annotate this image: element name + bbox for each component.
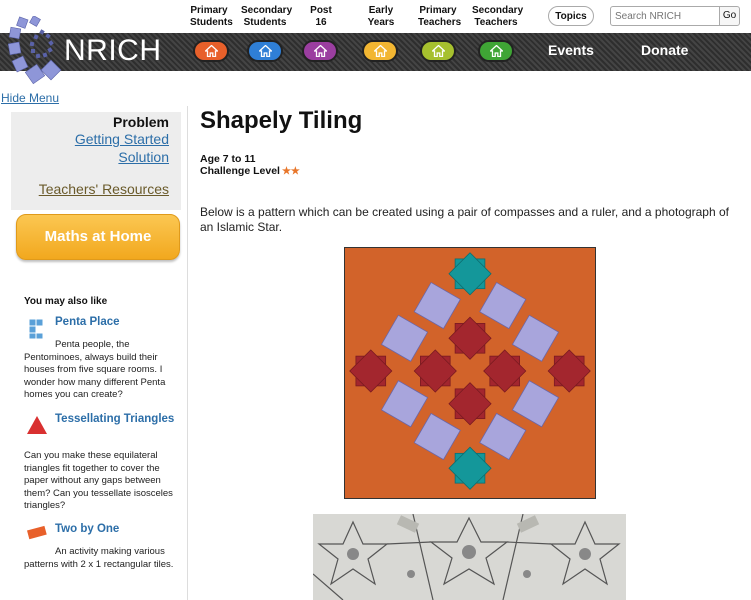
- top-navigation: Primary Students Secondary Students Post…: [0, 0, 751, 33]
- page-title: Shapely Tiling: [200, 107, 363, 134]
- secondary-teachers-home-button[interactable]: [478, 40, 514, 62]
- related-tessellating-triangles-link[interactable]: Tessellating Triangles: [55, 412, 175, 426]
- rectangle-icon[interactable]: [25, 524, 49, 542]
- home-icon: [314, 45, 327, 57]
- nav-label: Students: [190, 17, 233, 28]
- early-years-home-button[interactable]: [362, 40, 398, 62]
- home-icon: [432, 45, 445, 57]
- nrich-logo-icon[interactable]: [8, 16, 62, 86]
- challenge-stars-icon: ★★: [281, 166, 300, 177]
- islamic-star-photo: [313, 514, 626, 600]
- nav-label: Secondary: [241, 5, 293, 16]
- search-input[interactable]: [610, 6, 720, 26]
- nav-label: Primary: [419, 5, 457, 16]
- solution-link[interactable]: Solution: [118, 149, 169, 165]
- home-icon: [374, 45, 387, 57]
- getting-started-link[interactable]: Getting Started: [75, 131, 169, 147]
- sidebar-divider: [187, 106, 188, 600]
- home-icon: [490, 45, 503, 57]
- maths-at-home-button[interactable]: Maths at Home: [16, 214, 180, 260]
- home-icon: [205, 45, 218, 57]
- nav-secondary-teachers[interactable]: Secondary Teachers: [472, 5, 524, 29]
- post16-home-button[interactable]: [302, 40, 338, 62]
- nav-label: Primary: [190, 5, 228, 16]
- events-link[interactable]: Events: [548, 42, 594, 58]
- home-icon: [259, 45, 272, 57]
- related-two-by-one-desc: An activity making various patterns with…: [24, 546, 174, 570]
- nav-post-16[interactable]: Post 16: [304, 5, 338, 29]
- nav-label: Students: [243, 17, 287, 28]
- nav-label: Teachers: [418, 17, 462, 28]
- nav-label: Secondary: [472, 5, 524, 16]
- nav-label: Early Years: [367, 5, 395, 28]
- nav-secondary-students[interactable]: Secondary Students: [241, 5, 293, 29]
- nav-early-years[interactable]: Early Years: [355, 5, 407, 29]
- hide-menu-link[interactable]: Hide Menu: [1, 91, 59, 105]
- related-tessellating-triangles-desc: Can you make these equilateral triangles…: [24, 450, 173, 511]
- problem-nav-panel: Problem Getting Started Solution Teacher…: [11, 112, 181, 210]
- nav-primary-students[interactable]: Primary Students: [190, 5, 233, 29]
- related-penta-place-desc: Penta people, the Pentominoes, always bu…: [24, 339, 166, 400]
- secondary-students-home-button[interactable]: [247, 40, 283, 62]
- challenge-label: Challenge Level: [200, 165, 280, 177]
- nrich-logo-text[interactable]: NRICH: [64, 34, 162, 68]
- nav-label: Post 16: [310, 5, 332, 28]
- problem-tab[interactable]: Problem: [113, 114, 169, 130]
- search-go-button[interactable]: Go: [719, 6, 740, 26]
- triangle-icon[interactable]: [26, 415, 48, 435]
- intro-text: Below is a pattern which can be created …: [200, 205, 729, 234]
- related-two-by-one-link[interactable]: Two by One: [55, 522, 175, 536]
- penta-icon[interactable]: [28, 318, 44, 340]
- donate-link[interactable]: Donate: [641, 42, 688, 58]
- related-penta-place-link[interactable]: Penta Place: [55, 315, 175, 329]
- topics-button[interactable]: Topics: [548, 6, 594, 26]
- nav-label: Teachers: [474, 17, 518, 28]
- primary-teachers-home-button[interactable]: [420, 40, 456, 62]
- age-range: Age 7 to 11: [200, 153, 256, 165]
- nav-primary-teachers[interactable]: Primary Teachers: [418, 5, 462, 29]
- tiling-pattern-image: [344, 247, 596, 499]
- also-like-heading: You may also like: [24, 296, 108, 307]
- challenge-level: Challenge Level ★★: [200, 165, 300, 177]
- teachers-resources-link[interactable]: Teachers' Resources: [39, 181, 169, 197]
- primary-students-home-button[interactable]: [193, 40, 229, 62]
